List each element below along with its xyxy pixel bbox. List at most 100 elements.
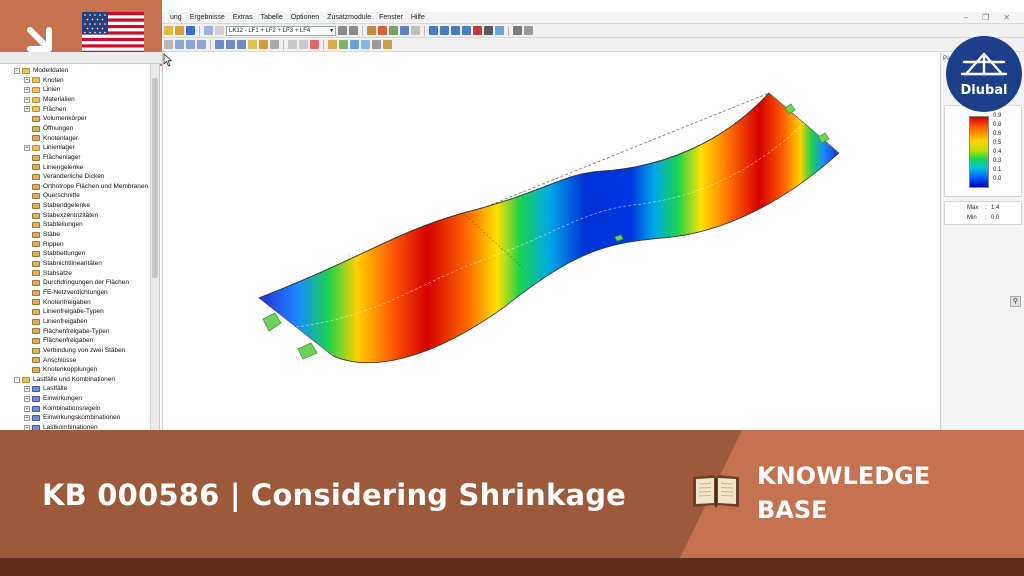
navigator-item[interactable]: Liniengelenke [24,163,83,173]
navigator-item[interactable]: Flächenlager [24,153,81,163]
navigator-item[interactable]: Knotenkopplungen [24,365,97,375]
transparency-icon[interactable] [361,40,370,49]
expand-icon[interactable]: + [24,386,30,393]
navigator-item[interactable]: + Lastkombinationen [24,423,98,430]
expand-icon[interactable]: + [24,144,30,151]
mesh-icon[interactable] [270,40,279,49]
menu-item-window[interactable]: Fenster [379,14,403,21]
navigator-item[interactable]: Knotenfreigaben [24,298,91,308]
expand-icon[interactable]: + [24,106,30,113]
member-icon[interactable] [248,40,257,49]
navigator-item[interactable]: Orthotrope Flächen und Membranen [24,182,148,192]
menu-item-options[interactable]: Optionen [291,14,319,21]
zoom-icon[interactable] [175,40,184,49]
navigator-item[interactable]: Anschlüsse [24,356,76,366]
line-icon[interactable] [226,40,235,49]
view-z-icon[interactable] [462,26,471,35]
expand-icon[interactable]: + [24,87,30,94]
expand-icon[interactable]: + [24,395,30,402]
deformation-icon[interactable] [378,26,387,35]
new-file-icon[interactable] [164,26,173,35]
navigator-item[interactable]: Stabnichtlinearitäten [24,259,102,269]
display-icon[interactable] [367,26,376,35]
colors-icon[interactable] [350,40,359,49]
expand-icon[interactable]: + [24,77,30,84]
view-x-icon[interactable] [440,26,449,35]
previous-icon[interactable] [338,26,347,35]
navigator-item[interactable]: Knotenlager [24,134,78,144]
surface-icon[interactable] [237,40,246,49]
navigator-item[interactable]: + Knoten [24,76,64,86]
collapse-icon[interactable]: - [14,67,20,74]
grid-icon[interactable] [288,40,297,49]
restore-icon[interactable]: ❐ [982,13,989,22]
scrollbar-thumb[interactable] [152,78,158,278]
navigator-item[interactable]: + Lastfälle [24,384,67,394]
navigator-item[interactable]: Volumenkörper [24,114,87,124]
menu-item-table[interactable]: Tabelle [261,14,283,21]
collapse-icon[interactable]: - [14,376,20,383]
close-icon[interactable]: ✕ [1003,13,1010,22]
navigator-item[interactable]: + Einwirkungen [24,394,82,404]
navigator-item[interactable]: Stabbettungen [24,249,85,259]
calculate-icon[interactable] [204,26,213,35]
visibility-icon[interactable] [339,40,348,49]
navigator-item[interactable]: + Flächen [24,105,66,115]
navigator-item[interactable]: + Linienlager [24,143,75,153]
navigator-item[interactable]: Stabendgelenke [24,201,90,211]
results-icon[interactable] [215,26,224,35]
navigator-item[interactable]: + Materialien [24,95,75,105]
navigator-item[interactable]: Rippen [24,240,64,250]
expand-icon[interactable]: + [24,96,30,103]
navigator-item[interactable]: FE-Netzverdichtungen [24,288,108,298]
navigator-item[interactable]: Stabteilungen [24,220,83,230]
navigator-item[interactable]: Veränderliche Dicken [24,172,104,182]
export-icon[interactable] [524,26,533,35]
navigator-item[interactable]: Stäbe [24,230,60,240]
settings-icon[interactable] [484,26,493,35]
navigator-scrollbar[interactable] [150,64,159,430]
expand-icon[interactable]: + [24,415,30,422]
load-icon[interactable] [259,40,268,49]
graphics-viewport[interactable] [162,53,940,430]
open-folder-icon[interactable] [175,26,184,35]
table-icon[interactable] [383,40,392,49]
minimize-icon[interactable]: – [964,13,968,22]
filter-icon[interactable] [328,40,337,49]
support-icon[interactable] [389,26,398,35]
delete-icon[interactable] [473,26,482,35]
menu-item-help[interactable]: Hilfe [411,14,425,21]
navigator-item[interactable]: Flächenfreigaben [24,336,93,346]
view-y-icon[interactable] [451,26,460,35]
loadcase-select[interactable]: LK12 - LF1 + LF2 + LF3 + LF4 [226,25,336,36]
info-icon[interactable] [495,26,504,35]
navigator-item[interactable]: Linienfreigabe-Typen [24,307,104,317]
expand-icon[interactable]: + [24,405,30,412]
wireframe-icon[interactable] [372,40,381,49]
section-icon[interactable] [400,26,409,35]
pan-icon[interactable] [186,40,195,49]
menu-item-results[interactable]: Ergebnisse [190,14,225,21]
magnifier-icon[interactable]: ⚲ [1010,296,1021,307]
navigator-item[interactable]: - Lastfälle und Kombinationen [14,375,115,385]
snap-icon[interactable] [299,40,308,49]
navigator-item[interactable]: Öffnungen [24,124,73,134]
save-icon[interactable] [186,26,195,35]
next-icon[interactable] [349,26,358,35]
navigator-item[interactable]: + Linien [24,85,60,95]
navigator-item[interactable]: - Modelldaten [14,66,68,76]
navigator-item[interactable]: Stabsätze [24,269,72,279]
print-icon[interactable] [513,26,522,35]
navigator-item[interactable]: Flächenfreigabe-Typen [24,327,110,337]
navigator-item[interactable]: Querschnitte [24,191,80,201]
navigator-item[interactable]: Durchdringungen der Flächen [24,278,129,288]
navigator-item[interactable]: + Kombinationsregeln [24,404,100,414]
menu-item-edit[interactable]: ung [170,14,182,21]
node-icon[interactable] [215,40,224,49]
view-icon[interactable] [429,26,438,35]
navigator-item[interactable]: Stabexzentrizitäten [24,211,98,221]
render-icon[interactable] [411,26,420,35]
select-icon[interactable] [164,40,173,49]
menu-item-addons[interactable]: Zusatzmodule [327,14,371,21]
navigator-item[interactable]: Verbindung von zwei Stäben [24,346,125,356]
